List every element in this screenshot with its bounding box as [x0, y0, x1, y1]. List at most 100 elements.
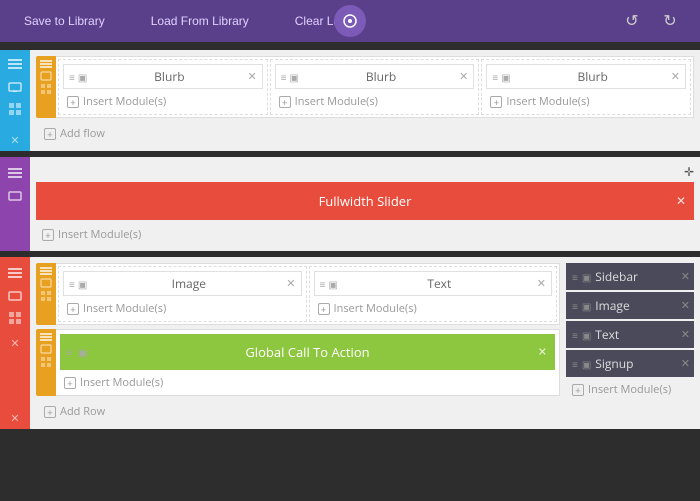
section-2-handle[interactable]: [0, 157, 30, 251]
insert-module-s3c2[interactable]: + Insert Module(s): [312, 298, 555, 319]
module-lines-icon-3: ≡: [492, 70, 498, 84]
insert-plus-icon-1: +: [67, 96, 79, 108]
insert-module-s3c1[interactable]: + Insert Module(s): [61, 298, 304, 319]
sidebar-module-signup: ≡ ▣ Signup ✕: [566, 350, 694, 377]
module-text-lines-icon: ≡: [320, 277, 326, 291]
s3-col2: ≡ ▣ Text ✕ + Insert Module(s): [309, 266, 558, 322]
section-1-body: ≡ ▣ Blurb ✕ + Insert Module(s): [30, 50, 700, 151]
module-screen-icon-1: ▣: [78, 70, 87, 84]
sidebar-module-image-label: Image: [595, 297, 629, 314]
module-screen-icon-3: ▣: [501, 70, 510, 84]
module-blurb-1: ≡ ▣ Blurb ✕: [63, 64, 263, 89]
fullwidth-slider-close[interactable]: ✕: [676, 194, 686, 208]
section-3-row-1: ≡ ▣ Image ✕ + Insert Module(s): [36, 263, 560, 325]
sidebar-module-sidebar: ≡ ▣ Sidebar ✕: [566, 263, 694, 290]
section-1-screen-icon: [8, 79, 22, 96]
module-blurb-1-close[interactable]: ✕: [247, 70, 256, 83]
insert-icon-s3c1: +: [67, 303, 79, 315]
module-blurb-3-title: Blurb: [515, 68, 671, 85]
sidebar-lines-icon-1: ≡: [572, 270, 578, 284]
sidebar-screen-icon-1: ▣: [582, 270, 591, 284]
row-3-1-handle[interactable]: [36, 263, 56, 325]
module-lines-icon-2: ≡: [281, 70, 287, 84]
sidebar-module-signup-label: Signup: [595, 355, 633, 372]
module-cta-title: Global Call To Action: [245, 343, 369, 361]
section-1-columns: ≡ ▣ Blurb ✕ + Insert Module(s): [58, 59, 691, 115]
sidebar-lines-icon-3: ≡: [572, 328, 578, 342]
insert-module-col3[interactable]: + Insert Module(s): [484, 91, 688, 112]
section-1-grid-icon: [9, 102, 21, 119]
module-blurb-2-close[interactable]: ✕: [459, 70, 468, 83]
module-cta-screen-icon: ▣: [78, 345, 87, 359]
module-screen-icon-2: ▣: [290, 70, 299, 84]
insert-label-s3c1: Insert Module(s): [83, 301, 166, 316]
sidebar-module-sidebar-label: Sidebar: [595, 268, 638, 285]
add-flow-icon: +: [44, 128, 56, 140]
sidebar-module-signup-close[interactable]: ✕: [681, 357, 690, 370]
section-1-lines-icon: [8, 58, 22, 73]
section-2-body: ✛ Fullwidth Slider ✕ + Insert Module(s): [30, 157, 700, 251]
module-text-title: Text: [342, 275, 537, 292]
section-3-layout: ≡ ▣ Image ✕ + Insert Module(s): [36, 263, 694, 423]
sidebar-module-text: ≡ ▣ Text ✕: [566, 321, 694, 348]
insert-label-1: Insert Module(s): [83, 94, 166, 109]
module-blurb-3: ≡ ▣ Blurb ✕: [486, 64, 686, 89]
section-3-close-button[interactable]: ✕: [10, 412, 19, 425]
insert-label-3: Insert Module(s): [506, 94, 589, 109]
sidebar-module-sidebar-close[interactable]: ✕: [681, 270, 690, 283]
toolbar: Save to Library Load From Library Clear …: [0, 0, 700, 42]
insert-module-s3r2[interactable]: + Insert Module(s): [58, 372, 557, 393]
section-1-row-content: ≡ ▣ Blurb ✕ + Insert Module(s): [56, 56, 694, 118]
sidebar-lines-icon-4: ≡: [572, 357, 578, 371]
insert-plus-icon-3: +: [490, 96, 502, 108]
section-1: ✕: [0, 50, 700, 151]
module-text-close[interactable]: ✕: [537, 277, 546, 290]
section-1-close-button[interactable]: ✕: [10, 134, 19, 147]
insert-label-s2: Insert Module(s): [58, 227, 141, 242]
section-1-handle[interactable]: ✕: [0, 50, 30, 151]
column-2: ≡ ▣ Blurb ✕ + Insert Module(s): [270, 59, 480, 115]
sidebar-module-text-close[interactable]: ✕: [681, 328, 690, 341]
section-3-row-2-content: ≡ ▣ Global Call To Action ✕ + Insert Mod…: [56, 329, 560, 396]
add-row-label: Add Row: [60, 404, 105, 419]
sidebar-module-image-close[interactable]: ✕: [681, 299, 690, 312]
module-image-title: Image: [91, 275, 286, 292]
module-image: ≡ ▣ Image ✕: [63, 271, 302, 296]
module-image-close[interactable]: ✕: [286, 277, 295, 290]
redo-button[interactable]: ↻: [656, 7, 684, 35]
fullwidth-slider-title: Fullwidth Slider: [319, 192, 412, 210]
section-3-handle[interactable]: ✕ ✕: [0, 257, 30, 429]
load-from-library-button[interactable]: Load From Library: [143, 10, 257, 32]
add-row-button[interactable]: + Add Row: [36, 400, 560, 423]
sidebar-screen-icon-3: ▣: [582, 328, 591, 342]
module-cta-close[interactable]: ✕: [538, 346, 547, 359]
module-text-screen-icon: ▣: [328, 277, 337, 291]
insert-module-sidebar[interactable]: + Insert Module(s): [566, 379, 694, 400]
s3-col1: ≡ ▣ Image ✕ + Insert Module(s): [58, 266, 307, 322]
add-row-icon: +: [44, 406, 56, 418]
sidebar-screen-icon-4: ▣: [582, 357, 591, 371]
insert-module-section2[interactable]: + Insert Module(s): [36, 224, 694, 245]
row-3-2-handle[interactable]: [36, 329, 56, 396]
section-2: ✛ Fullwidth Slider ✕ + Insert Module(s): [0, 157, 700, 251]
module-image-screen-icon: ▣: [78, 277, 87, 291]
insert-label-2: Insert Module(s): [295, 94, 378, 109]
row-1-handle[interactable]: [36, 56, 56, 118]
save-to-library-button[interactable]: Save to Library: [16, 10, 113, 32]
section-3: ✕ ✕: [0, 257, 700, 429]
section-3-row-1-content: ≡ ▣ Image ✕ + Insert Module(s): [56, 263, 560, 325]
undo-button[interactable]: ↺: [618, 7, 646, 35]
insert-label-s3c2: Insert Module(s): [334, 301, 417, 316]
insert-module-col1[interactable]: + Insert Module(s): [61, 91, 265, 112]
module-blurb-3-close[interactable]: ✕: [671, 70, 680, 83]
center-icon: [334, 5, 366, 37]
insert-plus-icon-2: +: [279, 96, 291, 108]
section-3-row-1-cols: ≡ ▣ Image ✕ + Insert Module(s): [58, 266, 557, 322]
insert-module-col2[interactable]: + Insert Module(s): [273, 91, 477, 112]
insert-icon-s3c2: +: [318, 303, 330, 315]
module-cta-lines-icon: ≡: [66, 345, 72, 359]
module-text: ≡ ▣ Text ✕: [314, 271, 553, 296]
add-flow-button[interactable]: + Add flow: [36, 122, 694, 145]
column-1: ≡ ▣ Blurb ✕ + Insert Module(s): [58, 59, 268, 115]
add-flow-label: Add flow: [60, 126, 105, 141]
